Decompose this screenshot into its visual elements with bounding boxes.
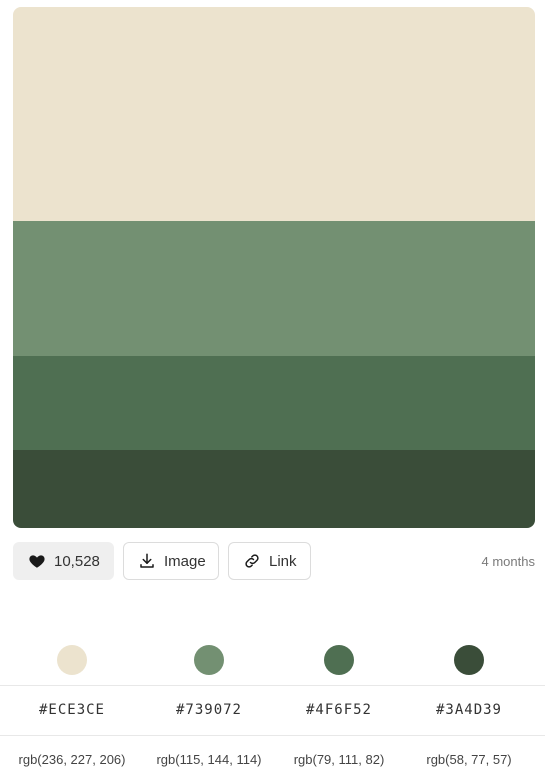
color-palette[interactable] <box>13 7 535 528</box>
swatch-dot-1[interactable] <box>57 645 87 675</box>
download-icon <box>138 552 156 570</box>
swatch-row <box>0 645 545 675</box>
swatch-dot-2[interactable] <box>194 645 224 675</box>
hex-code-2[interactable]: #739072 <box>144 702 274 718</box>
image-label: Image <box>164 552 206 570</box>
swatch-dot-4[interactable] <box>454 645 484 675</box>
copy-link-button[interactable]: Link <box>228 542 311 580</box>
rgb-code-2[interactable]: rgb(115, 144, 114) <box>144 752 274 767</box>
link-icon <box>243 552 261 570</box>
hex-code-3[interactable]: #4F6F52 <box>274 702 404 718</box>
like-button[interactable]: 10,528 <box>13 542 114 580</box>
rgb-code-1[interactable]: rgb(236, 227, 206) <box>0 752 144 767</box>
published-time: 4 months <box>481 554 535 569</box>
heart-icon <box>28 552 46 570</box>
rgb-code-3[interactable]: rgb(79, 111, 82) <box>274 752 404 767</box>
divider <box>0 685 545 686</box>
swatch-dot-3[interactable] <box>324 645 354 675</box>
like-count: 10,528 <box>54 552 100 570</box>
divider <box>0 735 545 736</box>
rgb-code-row: rgb(236, 227, 206) rgb(115, 144, 114) rg… <box>0 752 545 767</box>
palette-stripe-1[interactable] <box>13 7 535 221</box>
hex-code-1[interactable]: #ECE3CE <box>0 702 144 718</box>
palette-actions: 10,528 Image Link <box>13 542 311 580</box>
rgb-code-4[interactable]: rgb(58, 77, 57) <box>404 752 534 767</box>
palette-stripe-3[interactable] <box>13 356 535 450</box>
palette-stripe-2[interactable] <box>13 221 535 356</box>
palette-stripe-4[interactable] <box>13 450 535 528</box>
hex-code-row: #ECE3CE #739072 #4F6F52 #3A4D39 <box>0 702 545 718</box>
download-image-button[interactable]: Image <box>123 542 219 580</box>
link-label: Link <box>269 552 297 570</box>
hex-code-4[interactable]: #3A4D39 <box>404 702 534 718</box>
